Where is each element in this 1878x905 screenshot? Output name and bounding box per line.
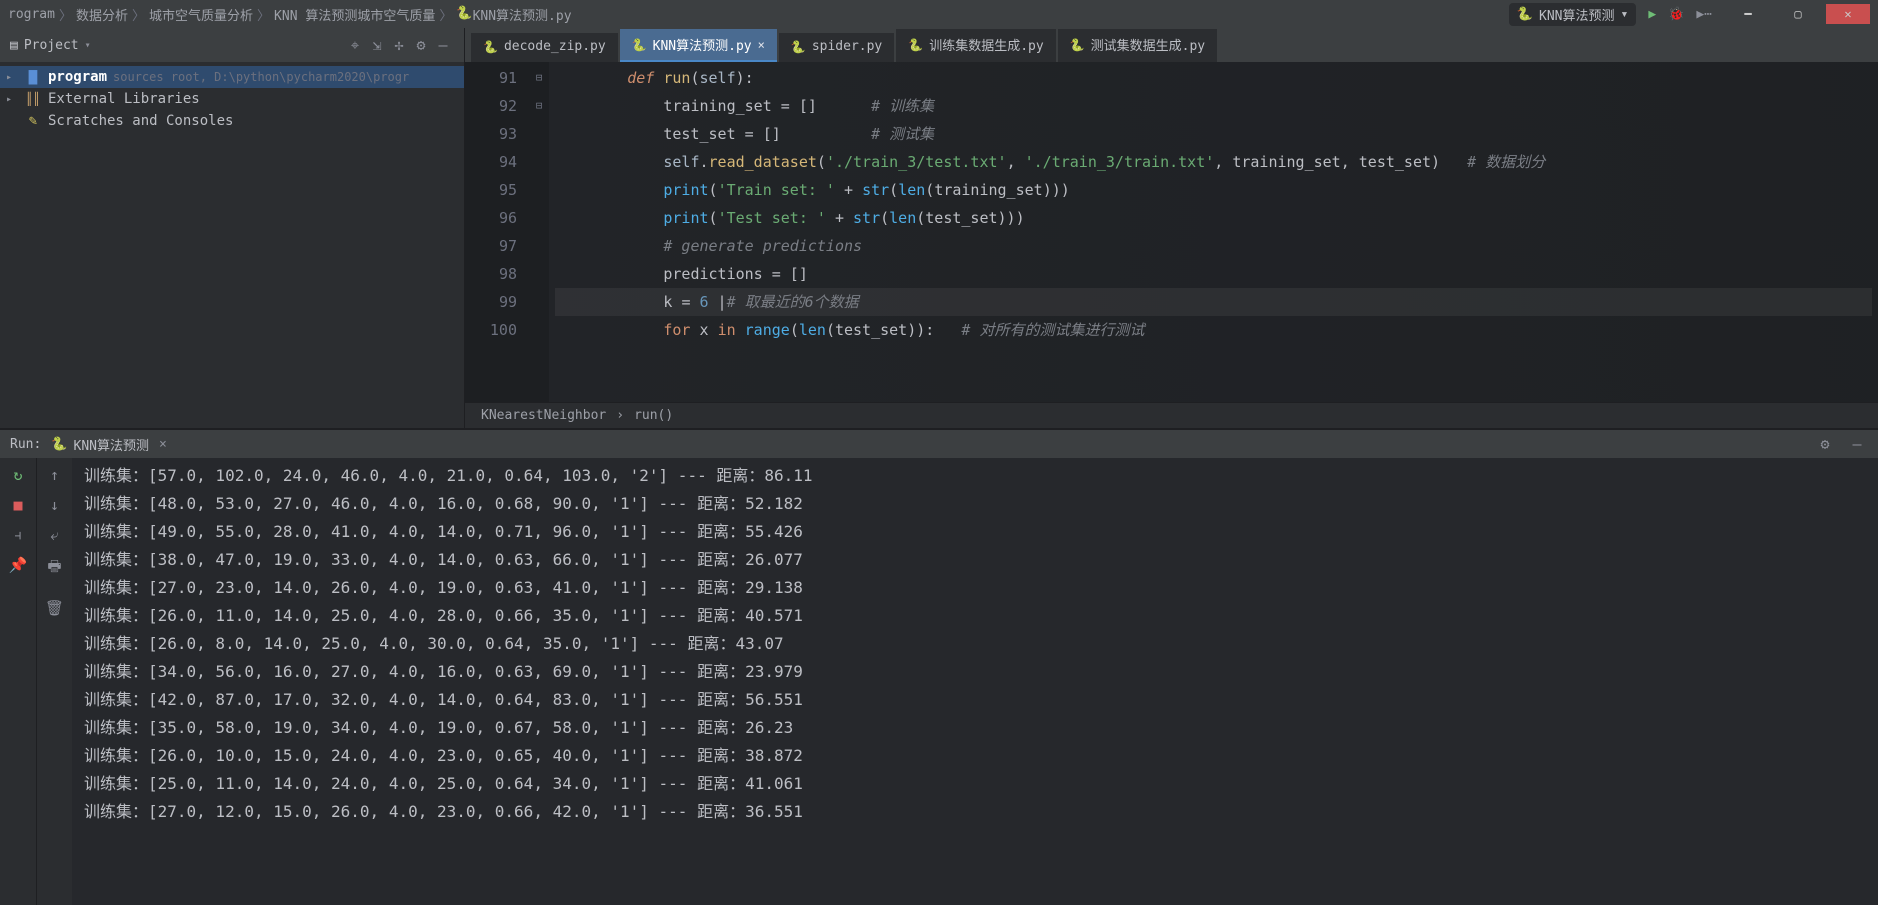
gear-icon[interactable]: ⚙ [1814,435,1836,453]
run-config-combo[interactable]: 🐍 KNN算法预测 ▾ [1509,3,1637,26]
tree-external-libs[interactable]: ▸ ║║ External Libraries [0,88,464,110]
chevron-right-icon[interactable]: ▸ [6,72,18,83]
breadcrumb-method[interactable]: run() [634,408,673,423]
run-panel-header: Run: 🐍 KNN算法预测 × ⚙ — [0,430,1878,458]
tab-label: spider.py [812,39,882,54]
library-icon: ║║ [24,92,42,106]
project-tree[interactable]: ▸ ▇ program sources root, D:\python\pych… [0,62,464,136]
locate-icon[interactable]: ⌖ [344,36,366,54]
close-icon[interactable]: × [159,437,167,452]
window-close-button[interactable]: ✕ [1826,4,1870,24]
run-icon[interactable]: ▶ [1648,7,1656,22]
chevron-down-icon: ▾ [1621,7,1629,22]
crumb-0[interactable]: rogram [8,7,55,22]
tab-label: 训练集数据生成.py [929,35,1043,54]
print-icon[interactable]: 🖶 [47,556,61,581]
python-icon: 🐍 [51,437,67,452]
run-body: ↻ ■ ⫞ 📌 ↑ ↓ ⤶ 🖶 🗑 训练集：[57.0, 102.0, 24.0… [0,458,1878,905]
gutter[interactable]: 919293949596979899100 [465,62,529,402]
folder-icon: ▤ [10,38,18,53]
stop-icon[interactable]: ■ [13,496,22,514]
run-tab-label: KNN算法预测 [74,435,149,454]
python-file-icon: 🐍 [908,38,923,52]
crumb-2[interactable]: 城市空气质量分析 [149,5,253,24]
crumb-3[interactable]: KNN 算法预测城市空气质量 [274,5,435,24]
soft-wrap-icon[interactable]: ⤶ [50,526,58,544]
python-file-icon: 🐍 [791,40,806,54]
chevron-down-icon[interactable]: ▾ [85,40,91,51]
scratches-icon: ✎ [24,113,42,129]
crumb-4[interactable]: KNN算法预测.py [473,5,572,24]
tree-root-name: program [48,69,107,85]
console-output[interactable]: 训练集：[57.0, 102.0, 24.0, 46.0, 4.0, 21.0,… [72,458,1878,905]
chevron-right-icon: › [616,408,624,423]
window-min-button[interactable]: ━ [1726,4,1770,24]
fold-column[interactable]: ⊟⊟ [529,62,549,402]
tab-label: 测试集数据生成.py [1091,35,1205,54]
layout-icon[interactable]: ⫞ [14,526,22,544]
collapse-all-icon[interactable]: ✢ [388,36,410,54]
python-file-icon: 🐍 [456,6,472,23]
gear-icon[interactable]: ⚙ [410,36,432,54]
python-file-icon: 🐍 [483,40,498,54]
editor-tabs[interactable]: 🐍 decode_zip.py 🐍 KNN算法预测.py × 🐍 spider.py 🐍 训练集… [465,28,1878,62]
tree-root[interactable]: ▸ ▇ program sources root, D:\python\pych… [0,66,464,88]
tree-root-hint: sources root, D:\python\pycharm2020\prog… [113,70,409,84]
editor-breadcrumb[interactable]: KNearestNeighbor › run() [465,402,1878,428]
chevron-right-icon[interactable]: ▸ [6,94,18,105]
run-panel: Run: 🐍 KNN算法预测 × ⚙ — ↻ ■ ⫞ 📌 ↑ ↓ ⤶ 🖶 🗑 训… [0,428,1878,905]
expand-all-icon[interactable]: ⇲ [366,36,388,54]
close-icon[interactable]: × [758,38,765,52]
run-left-toolbar: ↻ ■ ⫞ 📌 [0,458,36,905]
up-icon[interactable]: ↑ [50,466,59,484]
code-body: 919293949596979899100 ⊟⊟ def run(self): … [465,62,1878,402]
code-area[interactable]: def run(self): training_set = [] # 训练集 t… [549,62,1878,402]
down-icon[interactable]: ↓ [50,496,59,514]
editor-tab[interactable]: 🐍 decode_zip.py [471,33,618,62]
hide-icon[interactable]: — [432,36,454,54]
python-icon: 🐍 [1517,7,1533,22]
editor-tab[interactable]: 🐍 KNN算法预测.py × [620,29,777,62]
titlebar: rogram〉 数据分析〉 城市空气质量分析〉 KNN 算法预测城市空气质量〉 … [0,0,1878,28]
project-label[interactable]: Project [24,38,79,53]
more-run-icon[interactable]: ▶⋯ [1696,7,1712,22]
hide-icon[interactable]: — [1846,435,1868,453]
tab-label: decode_zip.py [504,39,606,54]
run-tab[interactable]: 🐍 KNN算法预测 × [51,435,167,454]
rerun-icon[interactable]: ↻ [13,466,22,484]
debug-icon[interactable]: 🐞 [1668,7,1684,22]
folder-icon: ▇ [24,69,42,85]
editor-tab[interactable]: 🐍 测试集数据生成.py [1058,29,1217,62]
crumb-1[interactable]: 数据分析 [76,5,128,24]
run-panel-title: Run: [10,437,41,452]
python-file-icon: 🐍 [1070,38,1085,52]
main-split: ▤ Project ▾ ⌖ ⇲ ✢ ⚙ — ▸ ▇ program source… [0,28,1878,428]
run-config-label: KNN算法预测 [1539,5,1614,24]
editor-tab[interactable]: 🐍 spider.py [779,33,894,62]
breadcrumb-class[interactable]: KNearestNeighbor [481,408,606,423]
tree-scratches[interactable]: ✎ Scratches and Consoles [0,110,464,132]
tree-scratches-label: Scratches and Consoles [48,113,233,129]
editor-tab[interactable]: 🐍 训练集数据生成.py [896,29,1055,62]
project-sidebar-header: ▤ Project ▾ ⌖ ⇲ ✢ ⚙ — [0,28,464,62]
trash-icon[interactable]: 🗑 [45,599,64,617]
tree-ext-libs-label: External Libraries [48,91,200,107]
project-sidebar: ▤ Project ▾ ⌖ ⇲ ✢ ⚙ — ▸ ▇ program source… [0,28,465,428]
pin-icon[interactable]: 📌 [9,556,28,574]
window-max-button[interactable]: ▢ [1776,4,1820,24]
run-left-toolbar-2: ↑ ↓ ⤶ 🖶 🗑 [36,458,72,905]
editor: 🐍 decode_zip.py 🐍 KNN算法预测.py × 🐍 spider.py 🐍 训练集… [465,28,1878,428]
python-file-icon: 🐍 [632,38,647,52]
tab-label: KNN算法预测.py [653,35,752,54]
